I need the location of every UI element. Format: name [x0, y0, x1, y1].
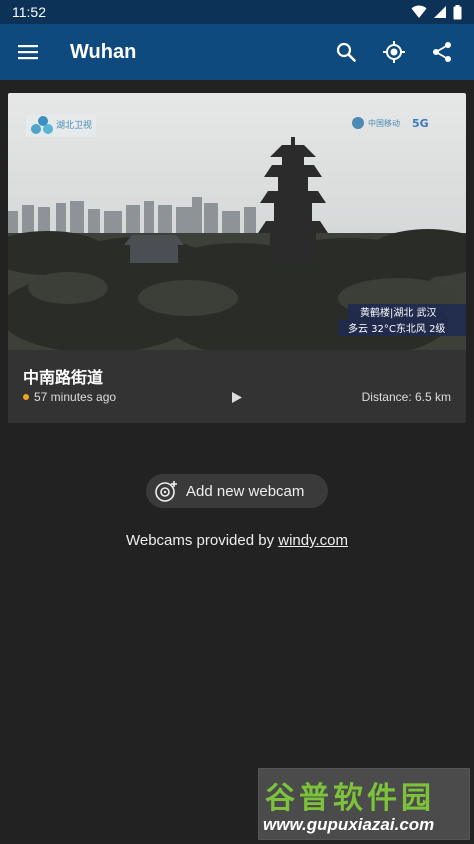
broadcaster-logo: 湖北卫视: [56, 119, 92, 131]
wifi-icon: [411, 5, 427, 18]
battery-icon: [453, 4, 462, 19]
windy-link[interactable]: windy.com: [278, 532, 348, 549]
last-updated-text: 57 minutes ago: [34, 390, 117, 404]
webcam-meta: 57 minutes ago Distance: 6.5 km: [23, 390, 451, 406]
play-icon[interactable]: [231, 391, 243, 404]
webcam-card[interactable]: 湖北卫视 中国移动 5G 黄鹤楼|湖北 武汉 多云 32°C东北风 2级 中南路…: [8, 93, 466, 423]
webcam-thumbnail[interactable]: 湖北卫视 中国移动 5G 黄鹤楼|湖北 武汉 多云 32°C东北风 2级: [8, 93, 466, 350]
add-webcam-icon: [155, 481, 177, 502]
menu-button[interactable]: [8, 32, 48, 72]
add-webcam-label: Add new webcam: [186, 482, 305, 500]
network-badge: 5G: [412, 117, 429, 130]
distance-label: Distance: 6.5 km: [361, 390, 451, 404]
status-time: 11:52: [12, 4, 46, 20]
signal-icon: [434, 6, 446, 18]
share-button[interactable]: [418, 28, 466, 76]
video-caption-weather: 多云 32°C东北风 2级: [348, 322, 445, 335]
watermark: 谷普软件园 www.gupuxiazai.com: [258, 768, 470, 840]
share-icon: [433, 42, 451, 62]
app-bar: Wuhan: [0, 24, 474, 80]
provider-credit-text: Webcams provided by: [125, 532, 279, 549]
provider-credit: Webcams provided by windy.com: [0, 532, 474, 549]
search-button[interactable]: [322, 28, 370, 76]
my-location-button[interactable]: [370, 28, 418, 76]
last-updated: 57 minutes ago: [23, 390, 116, 404]
video-caption-location: 黄鹤楼|湖北 武汉: [360, 306, 437, 319]
hamburger-menu-icon: [18, 45, 38, 60]
webcam-title: 中南路街道: [23, 370, 104, 387]
carrier-logo: 中国移动: [368, 118, 400, 128]
page-title: Wuhan: [70, 40, 137, 63]
status-bar: 11:52: [0, 0, 474, 24]
watermark-url: www.gupuxiazai.com: [263, 815, 435, 834]
status-icons: [411, 4, 462, 20]
add-webcam-button[interactable]: Add new webcam: [146, 474, 328, 508]
status-dot: [23, 394, 29, 400]
search-icon: [336, 42, 356, 62]
gps-location-icon: [383, 41, 405, 63]
watermark-title: 谷普软件园: [265, 781, 435, 816]
